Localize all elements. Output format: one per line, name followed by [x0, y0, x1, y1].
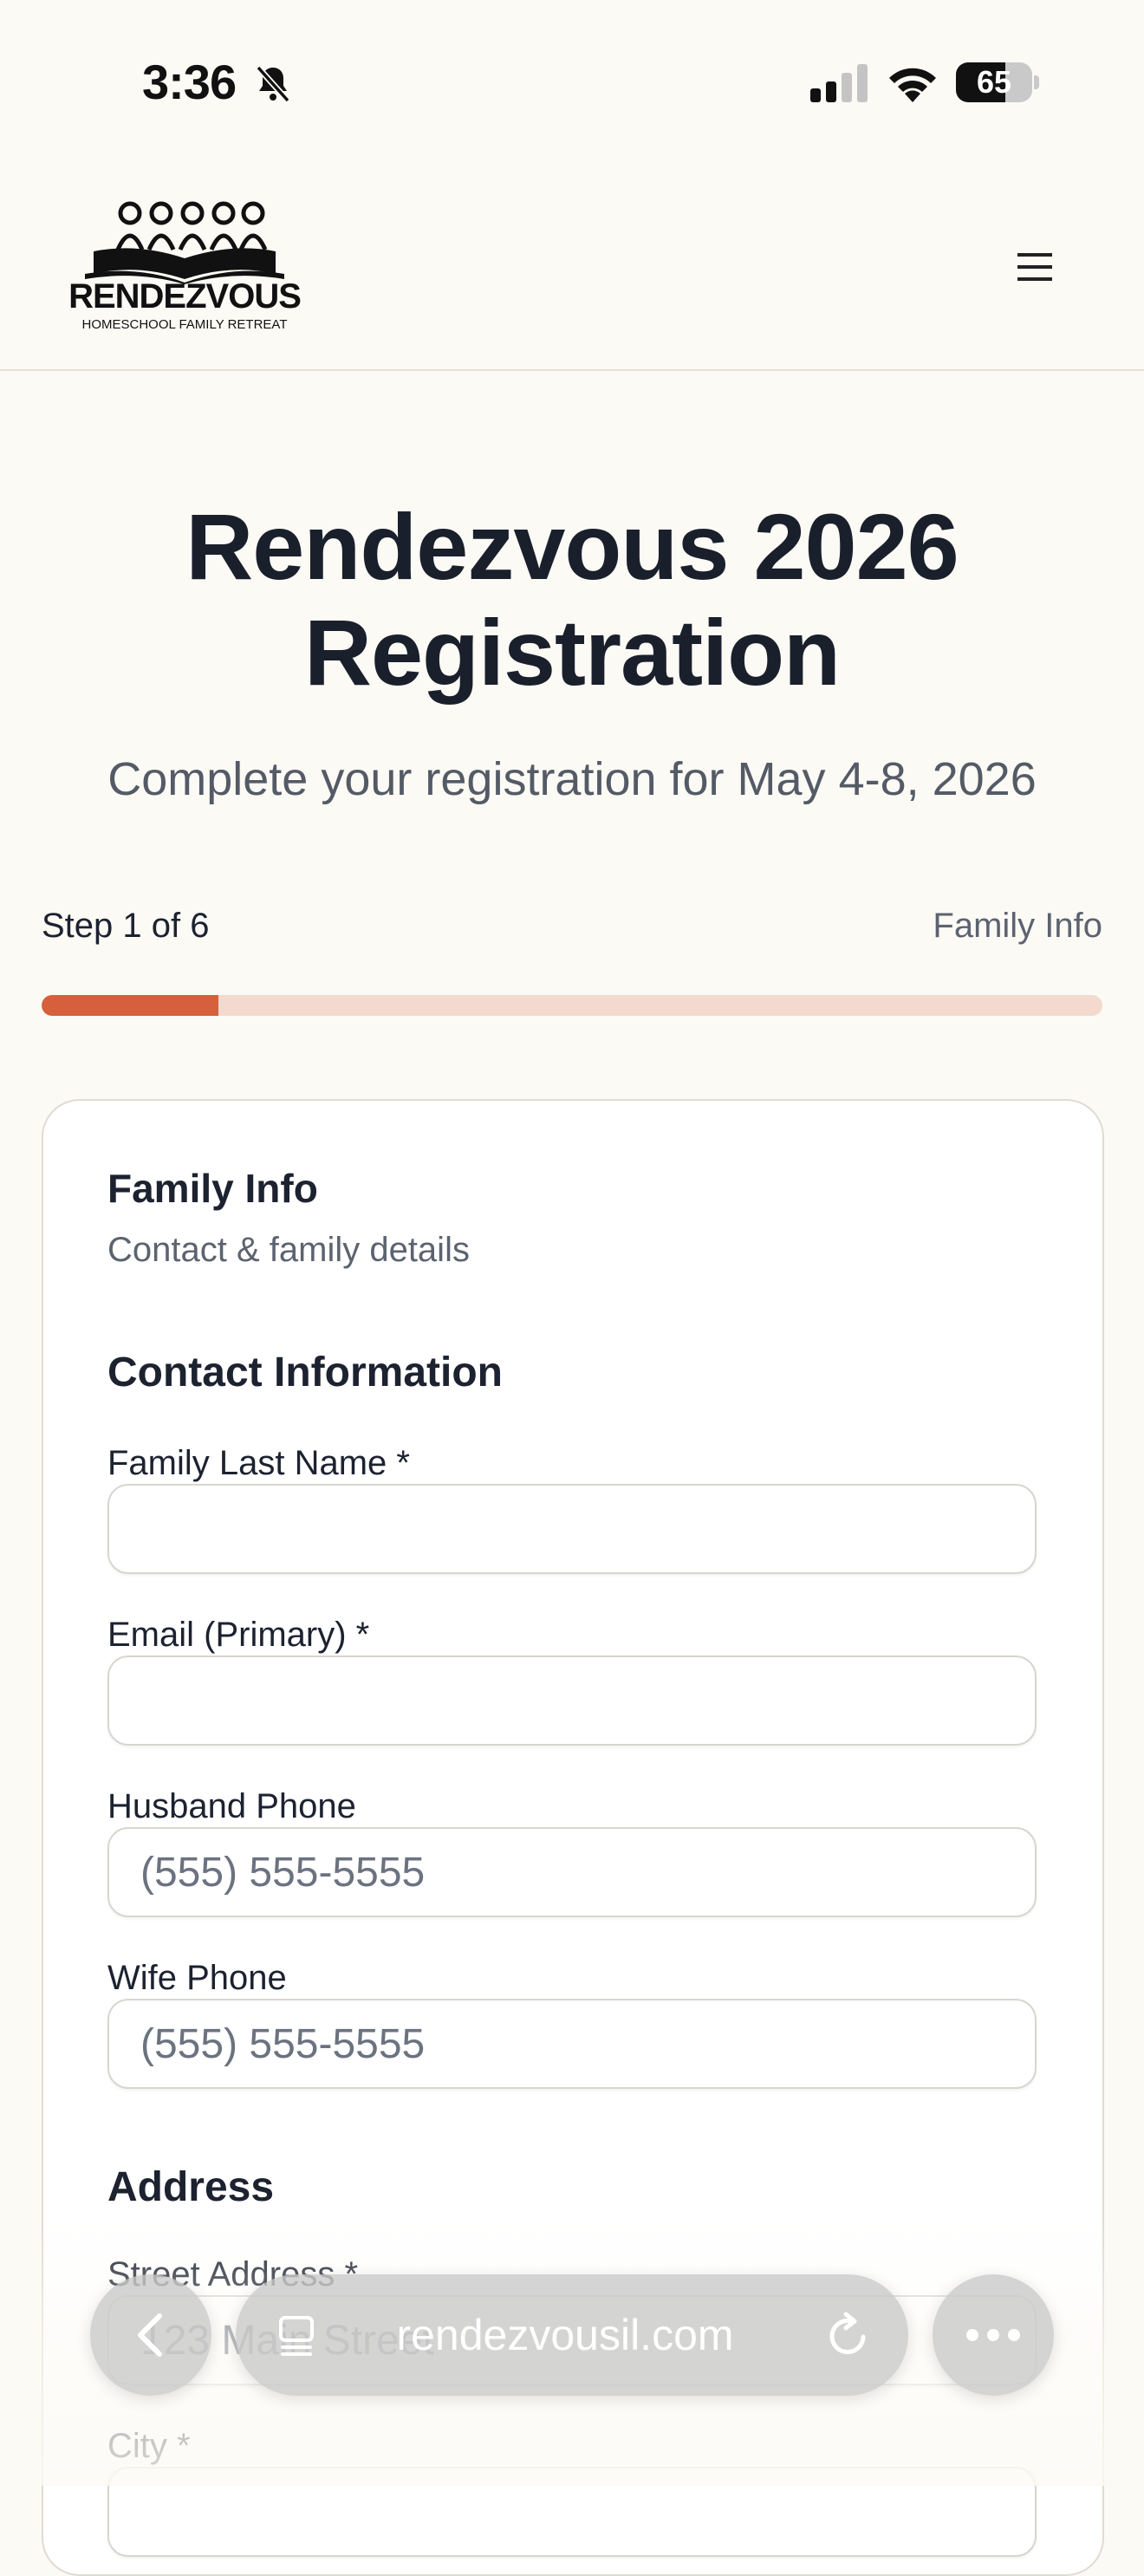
card-subtitle: Contact & family details: [107, 1231, 470, 1269]
husband-phone-input[interactable]: [107, 1827, 1037, 1917]
bell-slash-icon: [256, 65, 290, 103]
cellular-signal-icon: [810, 64, 868, 102]
wife-phone-label: Wife Phone: [107, 1959, 287, 1997]
chevron-left-icon: [138, 2313, 162, 2357]
family-last-name-input[interactable]: [107, 1484, 1037, 1574]
email-primary-input[interactable]: [107, 1656, 1037, 1746]
city-label: City *: [107, 2427, 191, 2465]
logo-title: RENDEZVOUS: [68, 277, 302, 315]
wifi-icon: [889, 68, 936, 102]
page-title: Rendezvous 2026 Registration: [185, 494, 959, 705]
address-bar[interactable]: rendezvousil.com: [236, 2274, 908, 2396]
city-input[interactable]: [107, 2467, 1037, 2557]
logo-subtitle: HOMESCHOOL FAMILY RETREAT: [81, 317, 288, 332]
battery-indicator: 65: [956, 62, 1039, 102]
card-title: Family Info: [107, 1166, 318, 1211]
site-logo[interactable]: RENDEZVOUS HOMESCHOOL FAMILY RETREAT: [68, 199, 302, 332]
step-counter: Step 1 of 6: [42, 907, 210, 945]
page-subtitle: Complete your registration for May 4-8, …: [107, 753, 1037, 805]
family-last-name-label: Family Last Name *: [107, 1444, 410, 1482]
reload-icon[interactable]: [825, 2311, 872, 2359]
address-heading: Address: [107, 2164, 275, 2210]
url-text[interactable]: rendezvousil.com: [331, 2274, 799, 2396]
hamburger-menu-icon[interactable]: [1012, 244, 1057, 289]
husband-phone-label: Husband Phone: [107, 1787, 356, 1825]
progress-bar-fill: [42, 995, 219, 1016]
browser-back-button[interactable]: [90, 2274, 211, 2396]
logo-family-book-icon: [85, 201, 284, 284]
progress-bar: [42, 995, 1102, 1016]
ellipsis-icon: [966, 2329, 1020, 2341]
wife-phone-input[interactable]: [107, 1999, 1037, 2089]
email-primary-label: Email (Primary) *: [107, 1616, 370, 1654]
page-menu-icon[interactable]: [274, 2313, 319, 2358]
battery-level: 65: [976, 64, 1012, 100]
site-header: RENDEZVOUS HOMESCHOOL FAMILY RETREAT: [0, 165, 1144, 371]
step-name: Family Info: [933, 907, 1102, 945]
contact-information-heading: Contact Information: [107, 1350, 503, 1395]
more-options-button[interactable]: [933, 2274, 1054, 2396]
status-bar: 3:36 65: [0, 0, 1144, 165]
status-time: 3:36: [142, 55, 237, 109]
